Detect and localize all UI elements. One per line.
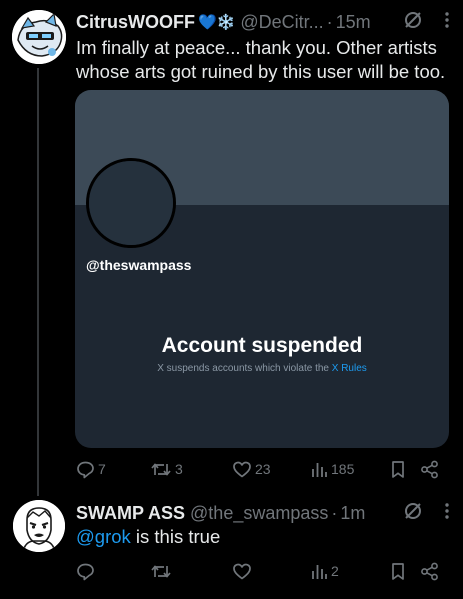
repost-icon bbox=[150, 460, 172, 479]
like-button[interactable] bbox=[232, 562, 310, 581]
share-button[interactable] bbox=[420, 562, 439, 581]
separator-dot: · bbox=[326, 11, 333, 32]
post-header: CitrusWOOFF 💙❄️ @DeCitr... · 15m bbox=[76, 10, 449, 34]
card-subtitle: X suspends accounts which violate the X … bbox=[75, 363, 449, 374]
reply-count: 7 bbox=[98, 461, 106, 477]
avatar[interactable] bbox=[12, 10, 66, 64]
card-handle: @theswampass bbox=[86, 257, 192, 273]
mention-link[interactable]: @grok bbox=[76, 526, 131, 547]
grok-icon[interactable] bbox=[403, 10, 423, 35]
card-avatar bbox=[86, 158, 176, 248]
grok-icon[interactable] bbox=[403, 501, 423, 526]
name-emoji: 💙❄️ bbox=[198, 14, 236, 31]
avatar-illustration bbox=[12, 10, 66, 64]
views-button[interactable]: 2 bbox=[310, 562, 390, 581]
views-count: 2 bbox=[331, 563, 339, 579]
display-name[interactable]: CitrusWOOFF bbox=[76, 12, 195, 33]
reply-button[interactable]: 7 bbox=[76, 460, 150, 479]
repost-button[interactable]: 3 bbox=[150, 460, 232, 479]
suspended-account-card[interactable]: @theswampass Account suspended X suspend… bbox=[75, 90, 449, 448]
views-count: 185 bbox=[331, 461, 355, 477]
timestamp[interactable]: 15m bbox=[336, 12, 371, 33]
x-rules-link[interactable]: X Rules bbox=[332, 363, 367, 374]
more-icon[interactable] bbox=[445, 502, 449, 524]
separator-dot: · bbox=[331, 502, 338, 523]
timestamp[interactable]: 1m bbox=[340, 503, 365, 524]
bookmark-button[interactable] bbox=[390, 562, 420, 581]
user-handle[interactable]: @the_swampass bbox=[190, 503, 328, 524]
card-subtitle-text: X suspends accounts which violate the bbox=[157, 363, 332, 374]
repost-button[interactable] bbox=[150, 562, 232, 581]
bookmark-icon bbox=[390, 562, 406, 581]
repost-count: 3 bbox=[175, 461, 183, 477]
reply-button[interactable] bbox=[76, 562, 150, 581]
share-icon bbox=[420, 460, 439, 479]
post-text-body: is this true bbox=[130, 526, 221, 547]
thread-view: CitrusWOOFF 💙❄️ @DeCitr... · 15m Im fina… bbox=[0, 0, 463, 599]
views-icon bbox=[310, 460, 328, 479]
reply-icon bbox=[76, 460, 95, 479]
bookmark-button[interactable] bbox=[390, 460, 420, 479]
post-header: SWAMP ASS @the_swampass · 1m bbox=[76, 501, 449, 525]
avatar-illustration bbox=[13, 500, 65, 552]
reply-icon bbox=[76, 562, 95, 581]
like-icon bbox=[232, 562, 252, 581]
views-icon bbox=[310, 562, 328, 581]
repost-icon bbox=[150, 562, 172, 581]
share-button[interactable] bbox=[420, 460, 439, 479]
post-text: @grok is this true bbox=[76, 525, 220, 549]
more-icon[interactable] bbox=[445, 11, 449, 33]
thread-connector-line bbox=[37, 68, 39, 496]
views-button[interactable]: 185 bbox=[310, 460, 390, 479]
post-actions: 7 3 23 185 bbox=[76, 458, 449, 480]
bookmark-icon bbox=[390, 460, 406, 479]
like-button[interactable]: 23 bbox=[232, 460, 310, 479]
post-actions: 2 bbox=[76, 560, 449, 582]
post-text: Im finally at peace... thank you. Other … bbox=[76, 37, 446, 82]
user-handle[interactable]: @DeCitr... bbox=[240, 12, 323, 33]
like-count: 23 bbox=[255, 461, 271, 477]
like-icon bbox=[232, 460, 252, 479]
avatar[interactable] bbox=[13, 500, 65, 552]
card-title: Account suspended bbox=[161, 334, 363, 357]
display-name[interactable]: SWAMP ASS bbox=[76, 503, 185, 524]
share-icon bbox=[420, 562, 439, 581]
